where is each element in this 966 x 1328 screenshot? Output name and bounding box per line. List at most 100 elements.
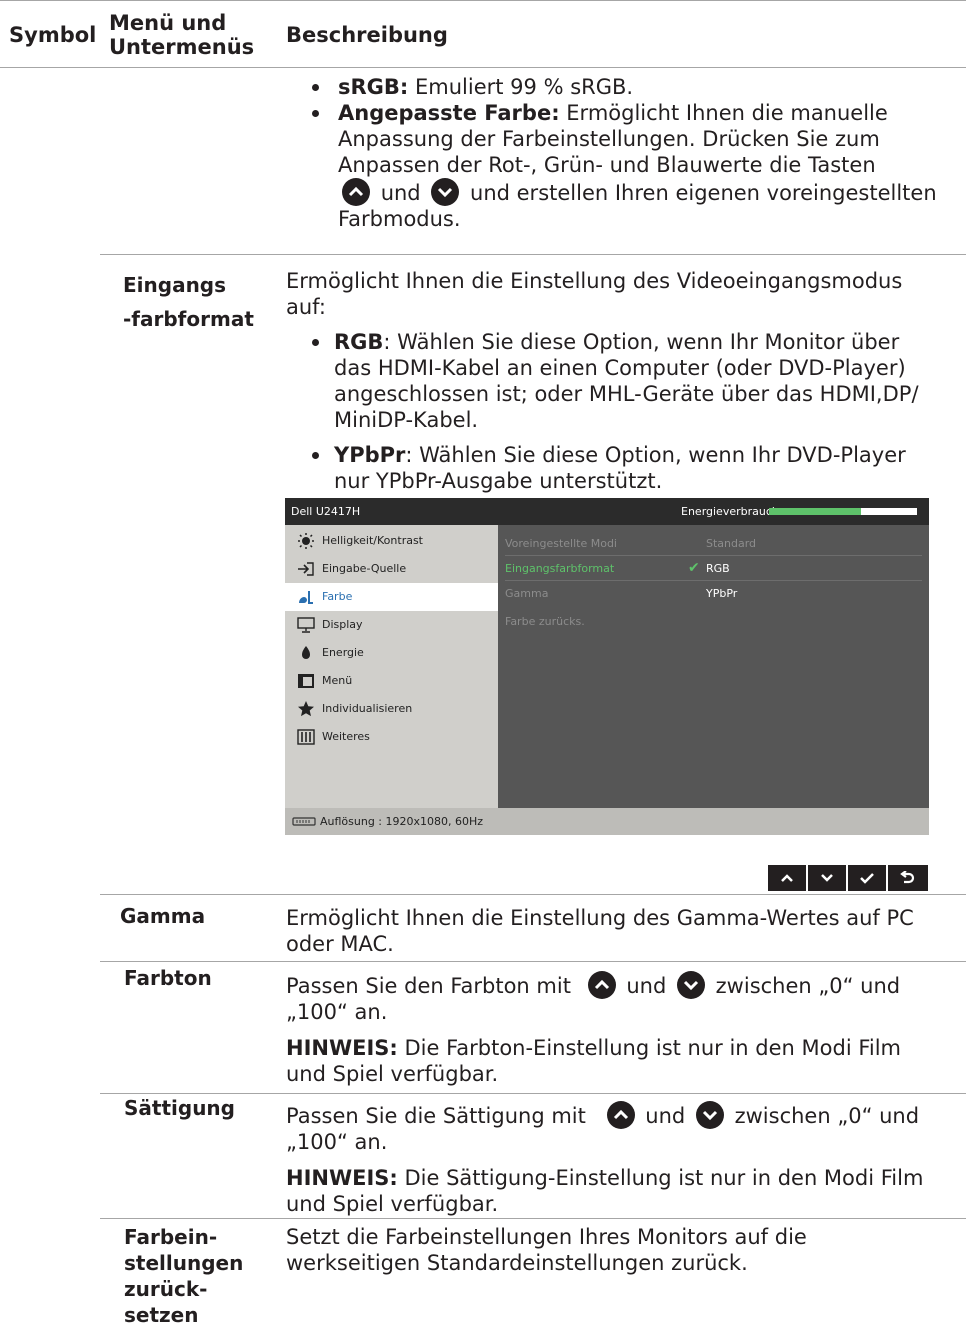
saturation-note-line1: Die Sättigung-Einstellung ist nur in den… bbox=[404, 1166, 924, 1190]
saturation-note-label: HINWEIS: bbox=[286, 1166, 398, 1190]
srgb-bullet: sRGB: Emuliert 99 % sRGB. bbox=[338, 74, 633, 100]
osd-title-bar: Dell U2417H Energieverbrauch bbox=[285, 498, 929, 525]
check-icon bbox=[860, 873, 874, 884]
osd-sidebar-item-menu[interactable]: Menü bbox=[285, 667, 498, 695]
saturation-label: Sättigung bbox=[124, 1096, 235, 1120]
input-source-icon bbox=[298, 562, 314, 576]
input-color-format-label: Eingangs -farbformat bbox=[123, 268, 254, 336]
hue-note-line1: Die Farbton-Einstellung ist nur in den M… bbox=[404, 1036, 902, 1060]
menu-icon bbox=[298, 674, 314, 688]
gamma-label: Gamma bbox=[120, 904, 206, 928]
input-color-intro-line2: auf: bbox=[286, 295, 326, 319]
osd-sidebar-item-personalize[interactable]: Individualisieren bbox=[285, 695, 498, 723]
saturation-note: HINWEIS: Die Sättigung-Einstellung ist n… bbox=[286, 1165, 923, 1191]
osd-sidebar-label: Menü bbox=[322, 674, 353, 687]
osd-sidebar-item-color[interactable]: Farbe bbox=[285, 583, 498, 611]
osd-down-button[interactable] bbox=[808, 865, 846, 891]
osd-row-value: Standard bbox=[706, 537, 757, 550]
osd-sidebar-label: Individualisieren bbox=[322, 702, 413, 715]
up-button-icon bbox=[342, 178, 370, 206]
color-reset-description: Setzt die Farbeinstellungen Ihres Monito… bbox=[286, 1224, 807, 1276]
column-header-menu: Menü und Untermenüs bbox=[109, 11, 254, 59]
brightness-icon bbox=[298, 533, 314, 549]
hue-line1: Passen Sie den Farbton mit und zwischen … bbox=[286, 971, 901, 999]
row-divider bbox=[100, 254, 966, 255]
input-color-format-label-line2: -farbformat bbox=[123, 307, 254, 331]
osd-sidebar: Helligkeit/Kontrast Eingabe-Quelle Farbe… bbox=[285, 525, 498, 808]
osd-row-input-color-format[interactable]: Eingangsfarbformat ✔ RGB bbox=[505, 556, 922, 581]
osd-up-button[interactable] bbox=[768, 865, 806, 891]
bullet-dot bbox=[312, 84, 319, 91]
row-divider bbox=[100, 894, 966, 895]
osd-menu-screenshot: Dell U2417H Energieverbrauch Helligkeit/… bbox=[285, 498, 929, 837]
osd-sidebar-label: Energie bbox=[322, 646, 364, 659]
color-reset-label-line1: Farbein- bbox=[124, 1225, 218, 1249]
back-icon bbox=[900, 871, 915, 884]
hue-note-label: HINWEIS: bbox=[286, 1036, 398, 1060]
srgb-text: Emuliert 99 % sRGB. bbox=[415, 75, 634, 99]
down-button-icon bbox=[676, 971, 705, 999]
saturation-description: Passen Sie die Sättigung mit und zwische… bbox=[286, 1101, 923, 1217]
osd-ok-button[interactable] bbox=[848, 865, 886, 891]
saturation-line1-a: Passen Sie die Sättigung mit bbox=[286, 1104, 586, 1128]
down-button-icon bbox=[431, 178, 460, 206]
energy-meter bbox=[769, 508, 917, 515]
saturation-line1: Passen Sie die Sättigung mit und zwische… bbox=[286, 1101, 923, 1129]
osd-row-value: YPbPr bbox=[706, 587, 738, 600]
connector-icon bbox=[292, 817, 316, 826]
saturation-line1-c: zwischen „0“ und bbox=[734, 1104, 920, 1128]
osd-row-preset-modes[interactable]: Voreingestellte Modi Standard bbox=[505, 531, 922, 556]
ypbpr-label: YPbPr bbox=[334, 443, 406, 467]
osd-sidebar-item-display[interactable]: Display bbox=[285, 611, 498, 639]
input-color-intro-line1: Ermöglicht Ihnen die Einstellung des Vid… bbox=[286, 269, 903, 293]
osd-sidebar-item-brightness[interactable]: Helligkeit/Kontrast bbox=[285, 527, 498, 555]
hue-line2: „100“ an. bbox=[286, 1000, 388, 1024]
row-divider bbox=[100, 1093, 966, 1094]
ypbpr-line2: nur YPbPr-Ausgabe unterstützt. bbox=[334, 469, 663, 493]
input-color-format-label-line1: Eingangs bbox=[123, 273, 227, 297]
osd-sidebar-label: Eingabe-Quelle bbox=[322, 562, 407, 575]
custom-color-line1: Ermöglicht Ihnen die manuelle bbox=[566, 101, 888, 125]
hue-line1-c: zwischen „0“ und bbox=[715, 974, 901, 998]
custom-color-and: und bbox=[380, 181, 421, 205]
gamma-line2: oder MAC. bbox=[286, 932, 394, 956]
osd-sidebar-label: Farbe bbox=[322, 590, 353, 603]
color-reset-label-line3: zurück- bbox=[124, 1277, 208, 1301]
rgb-line2: das HDMI-Kabel an einen Computer (oder D… bbox=[334, 356, 906, 380]
hue-note: HINWEIS: Die Farbton-Einstellung ist nur… bbox=[286, 1035, 901, 1061]
osd-row-label: Eingangsfarbformat bbox=[505, 562, 615, 575]
star-icon bbox=[298, 701, 314, 717]
osd-row-value: RGB bbox=[706, 562, 730, 575]
column-header-description: Beschreibung bbox=[286, 23, 448, 47]
osd-row-gamma[interactable]: Gamma YPbPr bbox=[505, 581, 922, 605]
osd-sidebar-item-energy[interactable]: Energie bbox=[285, 639, 498, 667]
energy-meter-fill bbox=[769, 508, 861, 515]
color-reset-line2: werkseitigen Standardeinstellungen zurüc… bbox=[286, 1251, 748, 1275]
osd-row-label: Farbe zurücks. bbox=[505, 615, 585, 628]
input-color-intro: Ermöglicht Ihnen die Einstellung des Vid… bbox=[286, 268, 902, 320]
down-button-icon bbox=[695, 1101, 724, 1129]
osd-row-label: Voreingestellte Modi bbox=[505, 537, 617, 550]
color-icon bbox=[299, 591, 313, 604]
custom-color-line3: Anpassen der Rot-, Grün- und Blauwerte d… bbox=[338, 153, 876, 177]
osd-back-button[interactable] bbox=[888, 865, 928, 891]
ypbpr-bullet: YPbPr: Wählen Sie diese Option, wenn Ihr… bbox=[334, 442, 906, 494]
rgb-label: RGB bbox=[334, 330, 384, 354]
color-reset-line1: Setzt die Farbeinstellungen Ihres Monito… bbox=[286, 1225, 807, 1249]
custom-color-line5: Farbmodus. bbox=[338, 207, 461, 231]
osd-sidebar-item-input-source[interactable]: Eingabe-Quelle bbox=[285, 555, 498, 583]
bullet-dot bbox=[312, 339, 319, 346]
custom-color-label: Angepasste Farbe: bbox=[338, 101, 560, 125]
color-reset-label: Farbein- stellungen zurück- setzen bbox=[124, 1224, 243, 1328]
osd-status-bar: Auflösung : 1920x1080, 60Hz bbox=[285, 808, 929, 835]
rgb-line1: : Wählen Sie diese Option, wenn Ihr Moni… bbox=[383, 330, 900, 354]
header-bottom-border bbox=[0, 67, 966, 68]
rgb-line3: angeschlossen ist; oder MHL-Geräte über … bbox=[334, 382, 919, 406]
osd-sidebar-label: Display bbox=[322, 618, 363, 631]
osd-sidebar-label: Helligkeit/Kontrast bbox=[322, 534, 423, 547]
rgb-bullet: RGB: Wählen Sie diese Option, wenn Ihr M… bbox=[334, 329, 919, 433]
up-button-icon bbox=[606, 1101, 635, 1129]
gamma-line1: Ermöglicht Ihnen die Einstellung des Gam… bbox=[286, 906, 914, 930]
osd-sidebar-item-others[interactable]: Weiteres bbox=[285, 723, 498, 751]
osd-row-color-reset[interactable]: Farbe zurücks. bbox=[505, 609, 922, 633]
